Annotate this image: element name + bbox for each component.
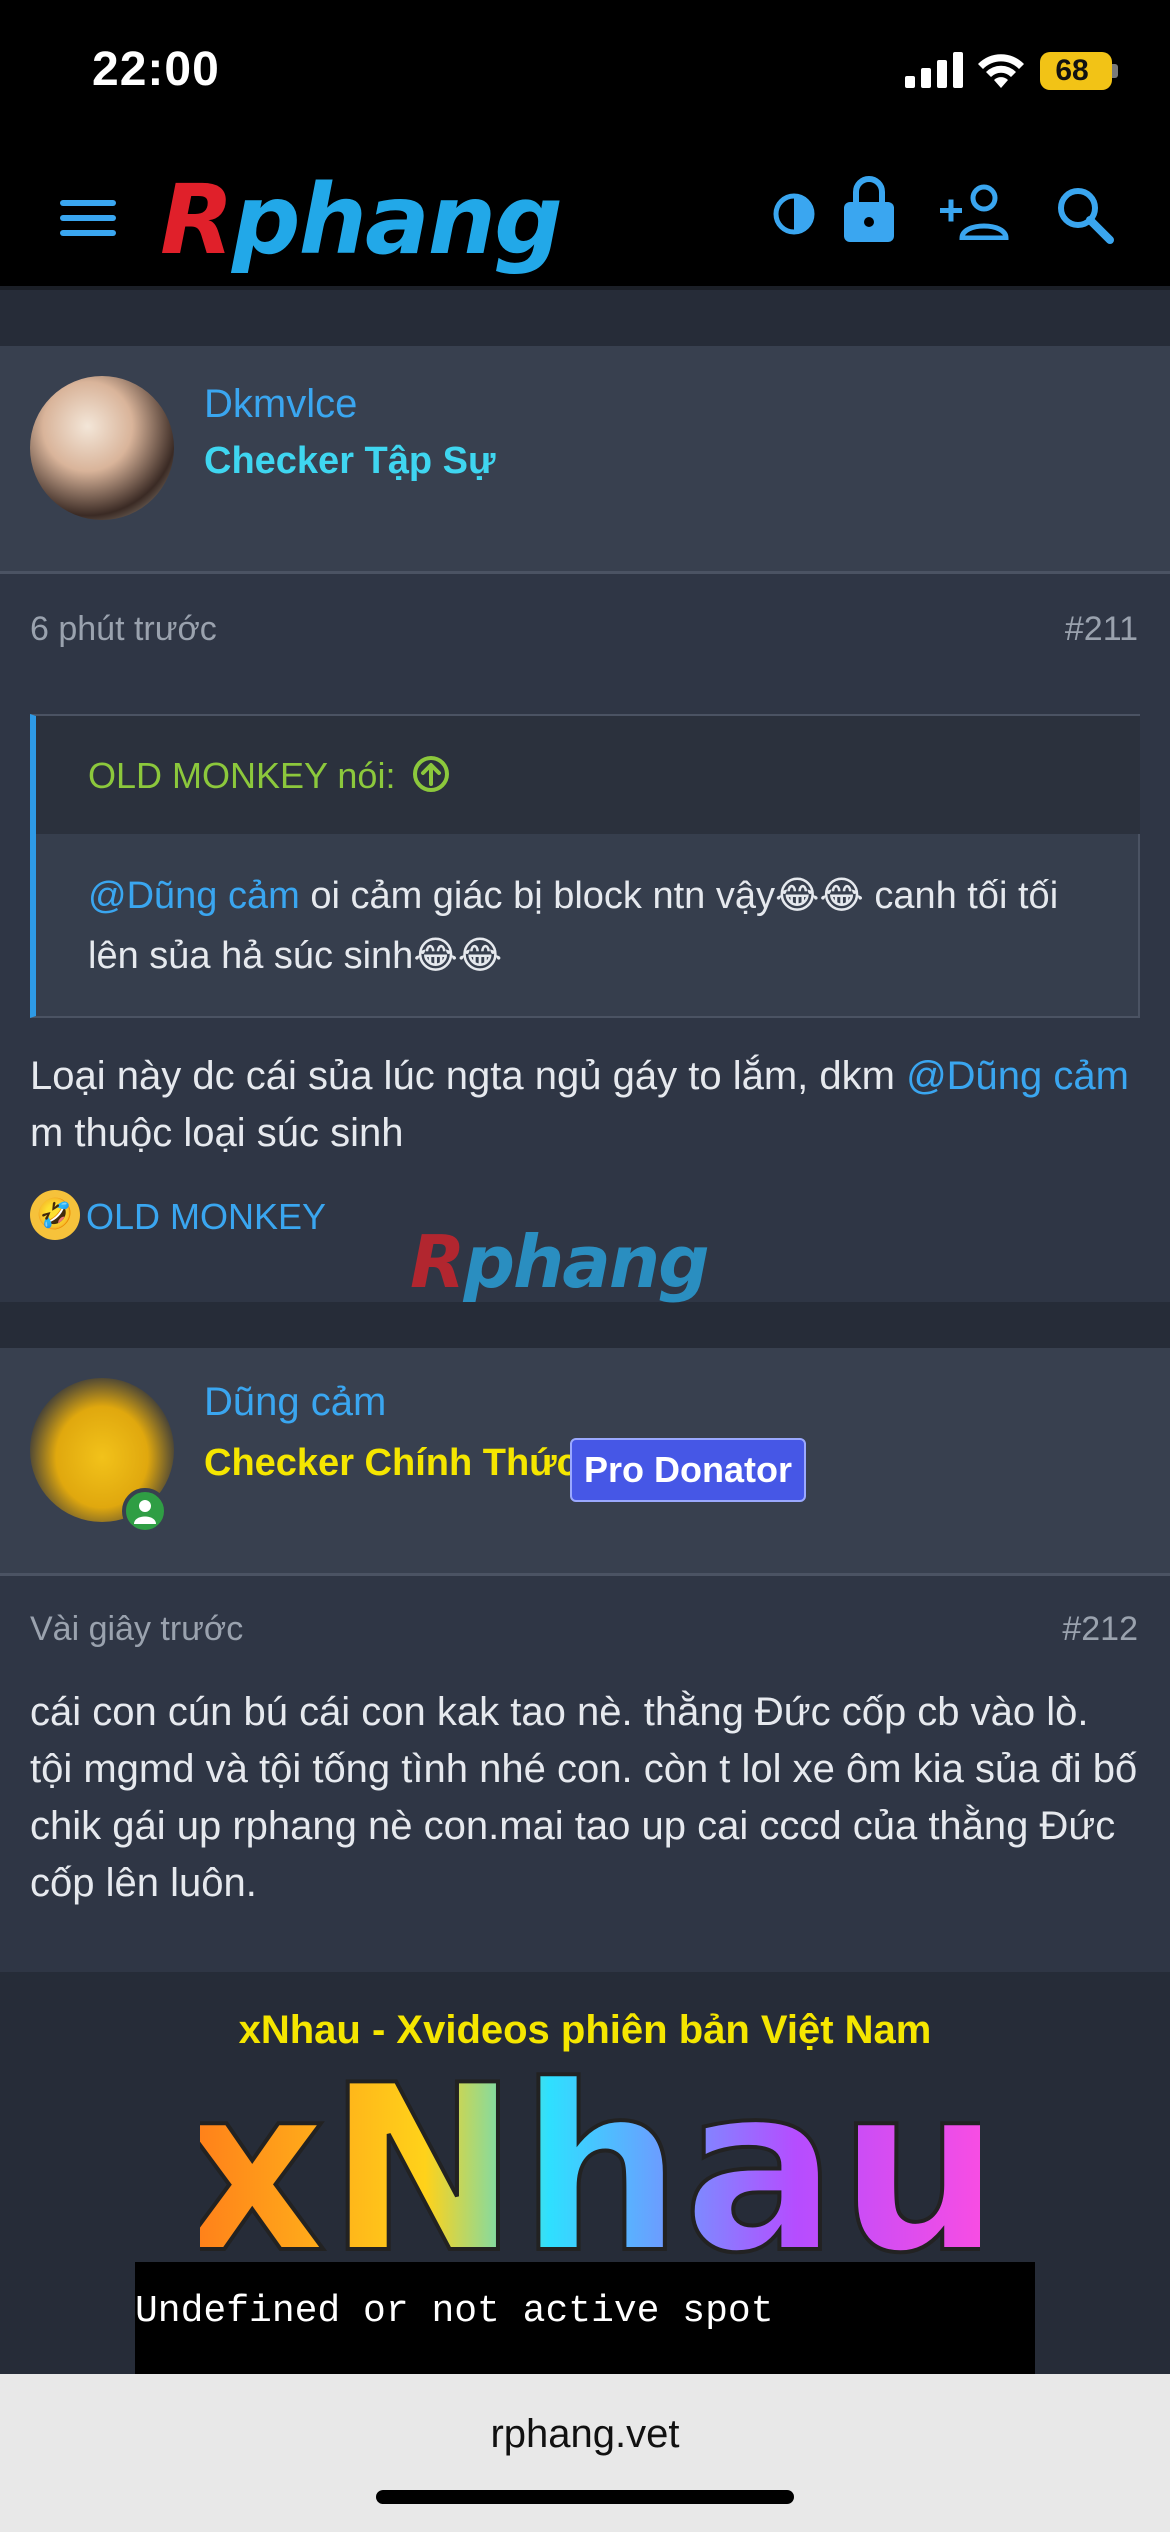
post-number[interactable]: #211 — [1065, 610, 1138, 649]
ad-spot-text: Undefined or not active spot — [135, 2290, 774, 2333]
user-title: Checker Tập Sự — [204, 440, 496, 482]
avatar[interactable] — [30, 376, 174, 520]
post-message: cái con cún bú cái con kak tao nè. thằng… — [30, 1690, 1138, 1905]
browser-address-bar[interactable]: rphang.vet — [0, 2374, 1170, 2532]
user-mention[interactable]: @Dũng cảm — [88, 875, 300, 917]
go-to-quote-icon[interactable] — [411, 754, 451, 794]
quote-text: @Dũng cảm oi cảm giác bị block ntn vậy😂😂… — [88, 875, 1059, 977]
post-time[interactable]: 6 phút trước — [30, 610, 217, 649]
lock-icon[interactable] — [842, 176, 896, 242]
wifi-icon — [978, 54, 1024, 88]
ad-logo[interactable]: xNhau — [200, 2054, 980, 2274]
post-time[interactable]: Vài giây trước — [30, 1610, 243, 1649]
site-header: Rphang — [0, 140, 1170, 290]
battery-tip — [1112, 64, 1118, 78]
post-author-header: Dkmvlce Checker Tập Sự — [0, 346, 1170, 574]
register-user-icon[interactable] — [940, 184, 1012, 240]
online-status-icon — [122, 1488, 168, 1534]
ad-spot: Undefined or not active spot — [135, 2262, 1035, 2374]
user-title: Checker Chính Thức — [204, 1442, 578, 1484]
url-text[interactable]: rphang.vet — [0, 2412, 1170, 2457]
cellular-signal-icon — [905, 52, 963, 88]
reaction-user[interactable]: OLD MONKEY — [86, 1196, 326, 1238]
user-mention[interactable]: @Dũng cảm — [906, 1054, 1129, 1098]
user-icon — [134, 1500, 156, 1524]
advertisement[interactable]: xNhau - Xvideos phiên bản Việt Nam xNhau… — [0, 1972, 1170, 2374]
username[interactable]: Dũng cảm — [204, 1380, 386, 1425]
svg-text:xNhau: xNhau — [200, 2054, 980, 2274]
ad-title[interactable]: xNhau - Xvideos phiên bản Việt Nam — [0, 2008, 1170, 2053]
username[interactable]: Dkmvlce — [204, 382, 357, 427]
battery-icon: 68 — [1040, 52, 1112, 90]
quote-attribution[interactable]: OLD MONKEY nói: — [88, 754, 451, 797]
menu-icon[interactable] — [60, 198, 116, 238]
battery-level: 68 — [1055, 54, 1089, 87]
home-indicator[interactable] — [376, 2490, 794, 2504]
status-time: 22:00 — [92, 43, 220, 96]
post-message: Loại này dc cái sủa lúc ngta ngủ gáy to … — [30, 1054, 1129, 1155]
laughing-reaction-icon: 🤣 — [30, 1190, 80, 1240]
site-logo[interactable]: Rphang — [160, 170, 563, 270]
user-banner-badge: Pro Donator — [570, 1438, 807, 1502]
watermark-logo: Rphang — [410, 1220, 710, 1304]
search-icon[interactable] — [1054, 184, 1114, 244]
quote-header: OLD MONKEY nói: — [36, 716, 1140, 834]
status-bar: 22:00 68 — [0, 0, 1170, 140]
quote-block: OLD MONKEY nói: @Dũng cảm oi cảm giác bị… — [30, 714, 1140, 1018]
theme-toggle-icon[interactable] — [772, 192, 816, 236]
post-number[interactable]: #212 — [1062, 1610, 1138, 1649]
